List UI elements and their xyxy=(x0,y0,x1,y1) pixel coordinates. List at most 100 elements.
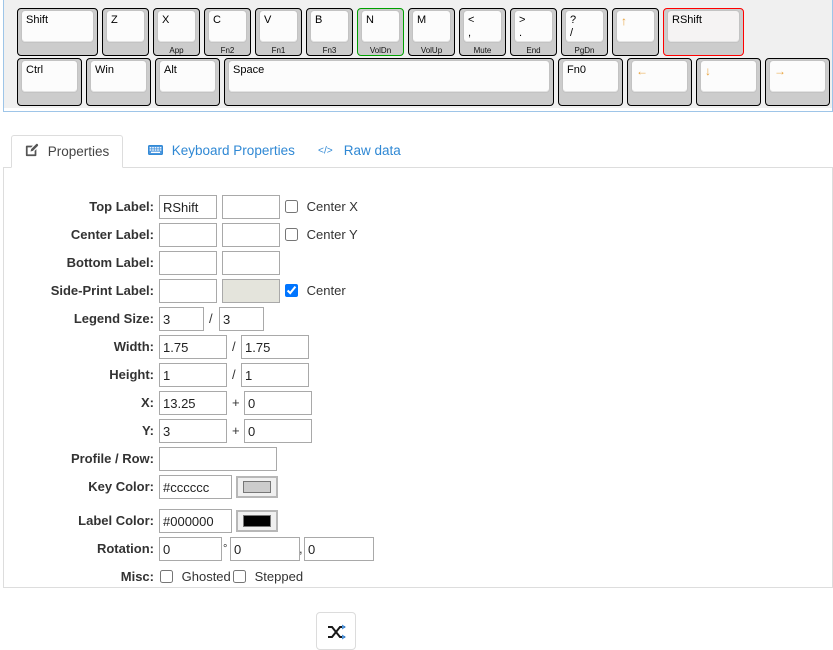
key-color-label: Key Color: xyxy=(88,479,154,494)
keycap-top-legend: Space xyxy=(233,64,265,76)
keycap[interactable]: B Fn3 xyxy=(306,8,353,56)
width-label: Width: xyxy=(113,339,154,354)
keycap-bottom-legend: . xyxy=(519,27,523,39)
tab-keyboard-properties[interactable]: Keyboard Properties xyxy=(135,135,308,168)
legend-size-label: Legend Size: xyxy=(73,311,154,326)
label-color-label: Label Color: xyxy=(78,513,154,528)
field-row-x: X: + xyxy=(4,391,833,419)
field-row-side-print-label: Side-Print Label: Center xyxy=(4,279,833,307)
ghosted-checkbox-wrap[interactable]: Ghosted xyxy=(160,565,231,589)
keycap-top-legend: > xyxy=(519,14,526,26)
keycap[interactable]: Ctrl xyxy=(17,58,82,106)
keycap-front-legend: PgDn xyxy=(574,46,595,55)
keyboard-stage[interactable]: Shift Z X App C Fn2 V Fn1 B Fn3 N VolDn M VolUp <, Mute… xyxy=(4,0,832,108)
keycap-front-legend: VolUp xyxy=(420,46,443,55)
keycap-top-legend: → xyxy=(774,64,786,78)
tab-properties-label: Properties xyxy=(47,144,110,159)
keycap-top-legend: ? xyxy=(570,14,577,26)
keycap[interactable]: C Fn2 xyxy=(204,8,251,56)
top-label-input-2[interactable] xyxy=(222,195,280,219)
width-input-2[interactable] xyxy=(241,335,309,359)
ghosted-checkbox[interactable] xyxy=(160,570,173,583)
y-input-2[interactable] xyxy=(244,419,312,443)
shuffle-colors-button[interactable] xyxy=(316,612,356,650)
center-y-checkbox-wrap[interactable]: Center Y xyxy=(285,223,358,247)
x-input-2[interactable] xyxy=(244,391,312,415)
keycap[interactable]: Alt xyxy=(155,58,220,106)
field-row-center-label: Center Label: Center Y xyxy=(4,223,833,251)
keycap-top-legend: C xyxy=(213,14,221,26)
keycap-front-legend: Fn2 xyxy=(220,46,235,55)
keycap-top: Ctrl xyxy=(21,60,78,93)
keycap[interactable]: M VolUp xyxy=(408,8,455,56)
keycap[interactable]: ← xyxy=(627,58,692,106)
top-label-input-1[interactable] xyxy=(159,195,217,219)
profile-row-input[interactable] xyxy=(159,447,277,471)
keycap[interactable]: ↓ xyxy=(696,58,761,106)
key-color-swatch[interactable] xyxy=(236,476,278,498)
keycap-top-legend: ← xyxy=(636,64,648,78)
height-label: Height: xyxy=(109,367,154,382)
center-checkbox[interactable] xyxy=(285,284,298,297)
keycap-top-legend: < xyxy=(468,14,475,26)
y-input-1[interactable] xyxy=(159,419,227,443)
keycap-front-legend: VolDn xyxy=(369,46,392,55)
label-color-input[interactable] xyxy=(159,509,232,533)
field-row-top-label: Top Label: Center X xyxy=(4,195,833,223)
tab-raw-data[interactable]: </> Raw data xyxy=(305,135,414,168)
center-y-checkbox[interactable] xyxy=(285,228,298,241)
x-separator: + xyxy=(232,395,240,410)
side-print-label-input-1[interactable] xyxy=(159,279,217,303)
width-input-1[interactable] xyxy=(159,335,227,359)
keycap[interactable]: V Fn1 xyxy=(255,8,302,56)
center-x-checkbox[interactable] xyxy=(285,200,298,213)
x-label: X: xyxy=(141,395,154,410)
keycap[interactable]: Space xyxy=(224,58,554,106)
bottom-label-input-1[interactable] xyxy=(159,251,217,275)
keycap[interactable]: <, Mute xyxy=(459,8,506,56)
rotation-y-input[interactable] xyxy=(304,537,374,561)
rotation-x-input[interactable] xyxy=(230,537,300,561)
height-input-2[interactable] xyxy=(241,363,309,387)
rotation-angle-input[interactable] xyxy=(159,537,222,561)
misc-label: Misc: xyxy=(120,569,154,584)
keycap[interactable]: Fn0 xyxy=(558,58,623,106)
key-color-input[interactable] xyxy=(159,475,232,499)
legend-size-input-2[interactable] xyxy=(219,307,264,331)
keycap[interactable]: ↑ xyxy=(612,8,659,56)
center-checkbox-wrap[interactable]: Center xyxy=(285,279,346,303)
keycap[interactable]: N VolDn xyxy=(357,8,404,56)
keycap-top: N xyxy=(361,10,400,43)
x-input-1[interactable] xyxy=(159,391,227,415)
tab-properties[interactable]: Properties xyxy=(11,135,124,168)
height-input-1[interactable] xyxy=(159,363,227,387)
keycap-top: Fn0 xyxy=(562,60,619,93)
stepped-checkbox[interactable] xyxy=(233,570,246,583)
keycap-top: X xyxy=(157,10,196,43)
legend-size-input-1[interactable] xyxy=(159,307,204,331)
keycap-front-legend: Fn3 xyxy=(322,46,337,55)
field-row-rotation: Rotation: ° , xyxy=(4,537,833,565)
keycap[interactable]: X App xyxy=(153,8,200,56)
keycap-top-legend: M xyxy=(417,14,427,26)
keycap[interactable]: >. End xyxy=(510,8,557,56)
keycap-top-legend: Ctrl xyxy=(26,64,44,76)
stepped-checkbox-wrap[interactable]: Stepped xyxy=(233,565,303,589)
center-label-label: Center Label: xyxy=(70,227,154,242)
keycap[interactable]: Z xyxy=(102,8,149,56)
keycap[interactable]: Win xyxy=(86,58,151,106)
keyboard-icon xyxy=(148,136,163,168)
center-x-checkbox-wrap[interactable]: Center X xyxy=(285,195,358,219)
field-row-width: Width: / xyxy=(4,335,833,363)
keycap[interactable]: ? / PgDn xyxy=(561,8,608,56)
label-color-swatch[interactable] xyxy=(236,510,278,532)
bottom-label-input-2[interactable] xyxy=(222,251,280,275)
center-label-input-1[interactable] xyxy=(159,223,217,247)
keycap[interactable]: → xyxy=(765,58,830,106)
y-label: Y: xyxy=(141,423,154,438)
keycap[interactable]: RShift xyxy=(663,8,744,56)
tab-keyboard-properties-label: Keyboard Properties xyxy=(171,143,295,158)
keycap-top-legend: V xyxy=(264,14,272,26)
center-label-input-2[interactable] xyxy=(222,223,280,247)
keycap[interactable]: Shift xyxy=(17,8,98,56)
